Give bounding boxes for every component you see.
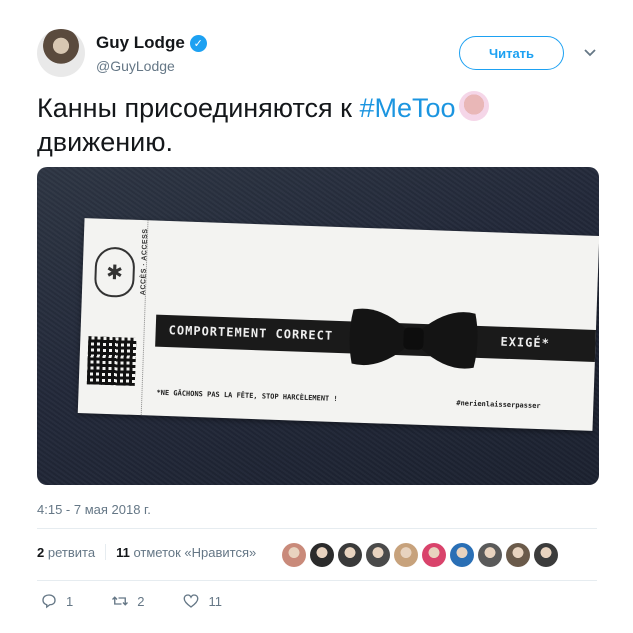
author-name[interactable]: Guy Lodge xyxy=(96,33,185,53)
palm-logo-icon: ✱ xyxy=(93,246,136,298)
liker-avatar[interactable] xyxy=(506,543,530,567)
liker-avatar[interactable] xyxy=(422,543,446,567)
retweets-stat[interactable]: 2 ретвита xyxy=(37,545,95,560)
retweet-button[interactable]: 2 xyxy=(111,592,144,610)
liker-avatar[interactable] xyxy=(366,543,390,567)
divider xyxy=(37,528,597,529)
liker-avatar[interactable] xyxy=(450,543,474,567)
liker-avatar[interactable] xyxy=(534,543,558,567)
author-avatar[interactable] xyxy=(37,29,85,77)
ticket-band-right-text: EXIGÉ* xyxy=(500,334,551,351)
like-count: 11 xyxy=(208,593,222,609)
chevron-down-icon[interactable] xyxy=(582,44,598,60)
verified-badge-icon: ✓ xyxy=(189,34,207,52)
retweets-count: 2 xyxy=(37,544,45,560)
liker-avatar[interactable] xyxy=(310,543,334,567)
retweets-label: ретвита xyxy=(47,544,96,560)
likes-stat[interactable]: 11 отметок «Нравится» xyxy=(116,545,256,560)
ticket-image: ✱ ACCÈS · ACCESS COMPORTEMENT CORRECT EX… xyxy=(77,218,599,431)
reply-count: 1 xyxy=(66,593,74,609)
ticket-acces-label: ACCÈS · ACCESS xyxy=(139,228,150,296)
follow-button[interactable]: Читать xyxy=(459,36,564,70)
tweet-photo[interactable]: ✱ ACCÈS · ACCESS COMPORTEMENT CORRECT EX… xyxy=(37,167,599,485)
heart-icon xyxy=(184,594,199,608)
qr-code-icon xyxy=(86,336,137,386)
retweet-count: 2 xyxy=(137,593,145,609)
like-button[interactable]: 11 xyxy=(182,592,222,610)
raised-hands-emoji-icon xyxy=(458,91,489,121)
hashtag-link[interactable]: #MeToo xyxy=(359,93,455,123)
reply-icon xyxy=(42,594,56,609)
ticket-hashtag: #nerienlaisserpasser xyxy=(456,399,541,411)
tweet-text-before: Канны присоединяются к xyxy=(37,93,360,123)
reply-button[interactable]: 1 xyxy=(40,592,73,610)
divider xyxy=(37,580,597,581)
author-handle[interactable]: @GuyLodge xyxy=(96,58,175,74)
tweet-actions: 1 2 11 xyxy=(40,592,260,610)
liker-avatar[interactable] xyxy=(478,543,502,567)
ticket-footnote: *NE GÂCHONS PAS LA FÊTE, STOP HARCÈLEMEN… xyxy=(156,388,338,404)
liker-avatar[interactable] xyxy=(282,543,306,567)
liker-avatars xyxy=(282,543,558,567)
engagement-stats: 2 ретвита 11 отметок «Нравится» xyxy=(37,544,256,560)
tweet-timestamp[interactable]: 4:15 - 7 мая 2018 г. xyxy=(37,502,151,517)
liker-avatar[interactable] xyxy=(394,543,418,567)
likes-label: отметок «Нравится» xyxy=(133,544,257,560)
tweet-text-after: движению. xyxy=(37,127,174,157)
bowtie-icon xyxy=(349,308,478,369)
likes-count: 11 xyxy=(116,544,130,560)
author-name-row[interactable]: Guy Lodge ✓ xyxy=(96,33,207,53)
tweet-text: Канны присоединяются к #MeToo движению. xyxy=(37,91,597,159)
retweet-icon xyxy=(112,596,129,606)
stat-separator xyxy=(105,544,107,560)
liker-avatar[interactable] xyxy=(338,543,362,567)
